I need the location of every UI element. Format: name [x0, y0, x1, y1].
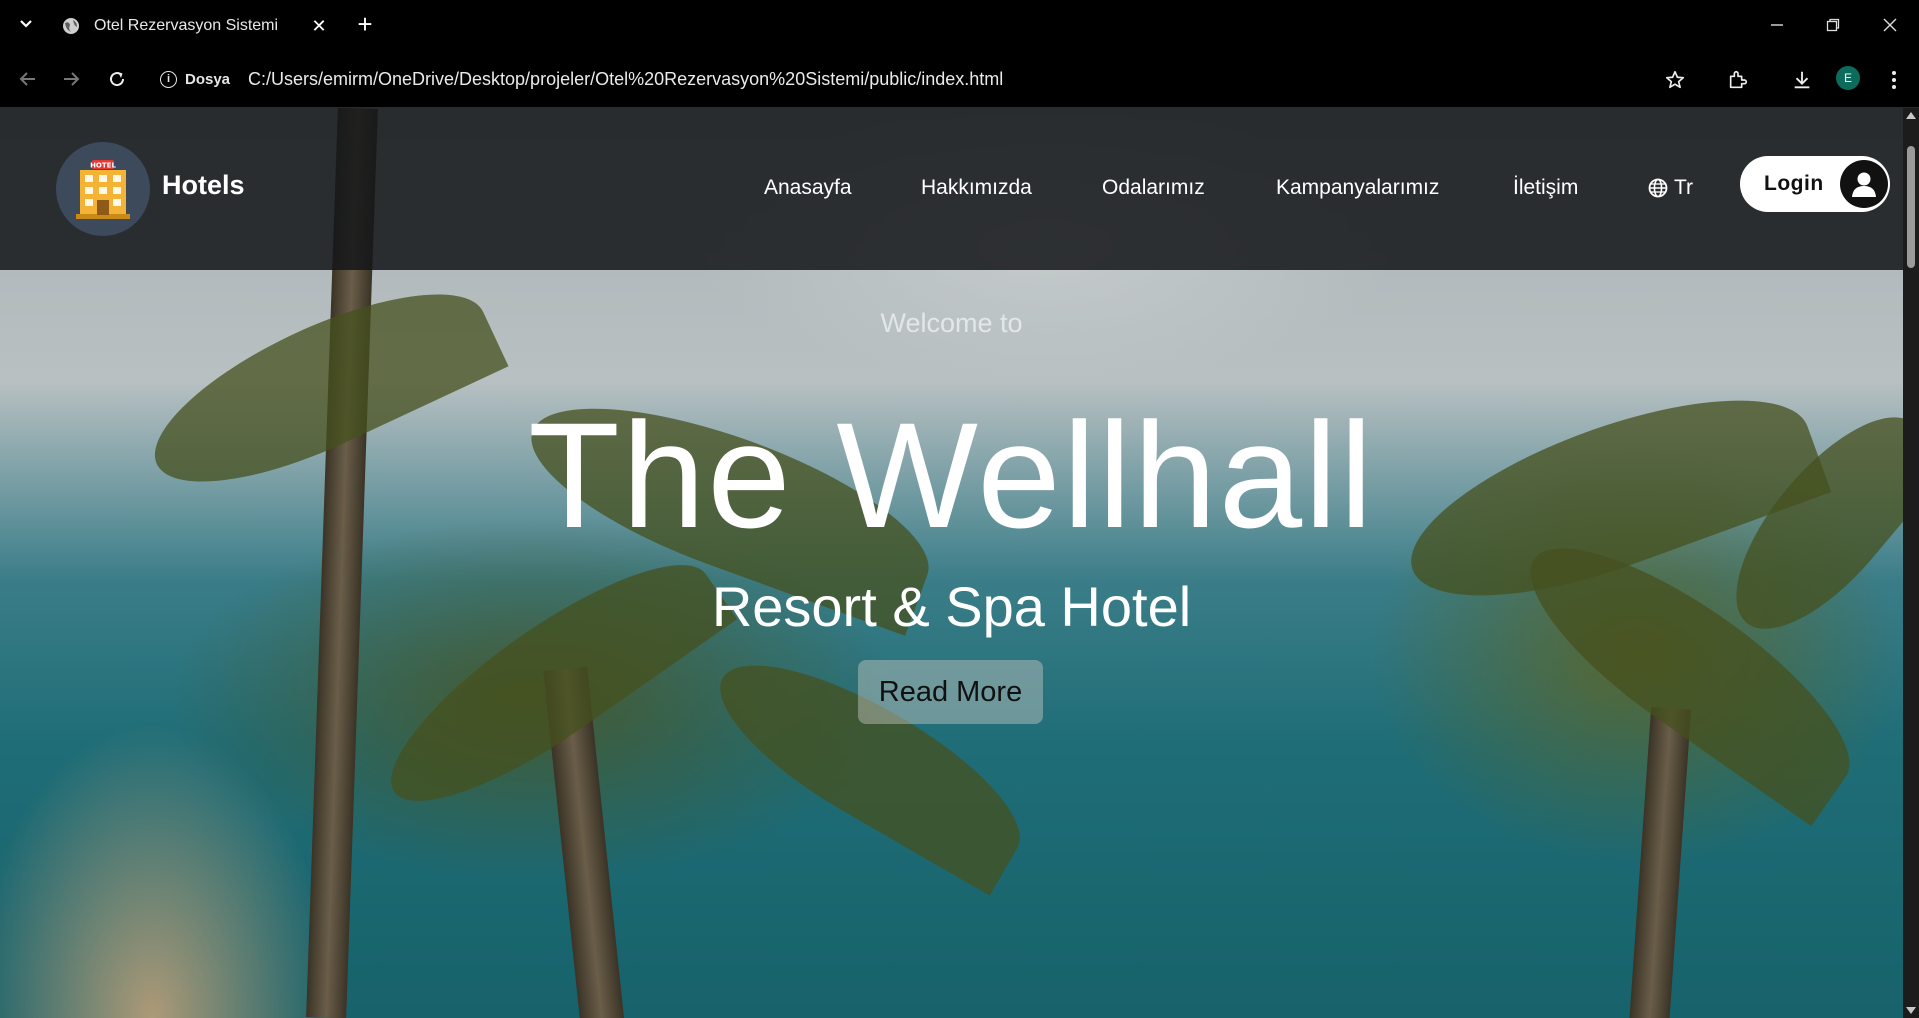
new-tab-icon[interactable]: +	[352, 11, 378, 38]
close-tab-icon[interactable]: ✕	[310, 16, 328, 36]
scroll-up-icon[interactable]	[1906, 112, 1916, 119]
star-icon[interactable]	[1662, 67, 1688, 93]
site-info-chip[interactable]: i Dosya	[160, 68, 230, 90]
page-scrollbar[interactable]	[1903, 108, 1919, 1018]
tab-list-icon[interactable]	[14, 12, 38, 36]
url-input[interactable]: C:/Users/emirm/OneDrive/Desktop/projeler…	[248, 69, 1003, 90]
hero-title: The Wellhall	[528, 391, 1375, 559]
svg-text:HOTEL: HOTEL	[90, 162, 116, 170]
tab-strip: Otel Rezervasyon Sistemi ✕ +	[0, 0, 1919, 50]
read-more-button[interactable]: Read More	[858, 660, 1043, 724]
nav-item-anasayfa[interactable]: Anasayfa	[764, 176, 852, 200]
profile-avatar[interactable]: E	[1836, 66, 1860, 90]
nav-item-odalarimiz[interactable]: Odalarımız	[1102, 176, 1205, 200]
forward-icon[interactable]	[59, 66, 85, 92]
language-label: Tr	[1674, 176, 1694, 199]
hero-subtitle: Resort & Spa Hotel	[711, 575, 1192, 638]
scroll-down-icon[interactable]	[1906, 1007, 1916, 1014]
globe-icon	[1648, 178, 1668, 198]
globe-favicon	[63, 18, 79, 34]
tab-title: Otel Rezervasyon Sistemi	[94, 17, 279, 34]
address-bar: i Dosya C:/Users/emirm/OneDrive/Desktop/…	[0, 50, 1919, 108]
close-window-icon[interactable]	[1877, 12, 1903, 38]
back-icon[interactable]	[14, 66, 40, 92]
language-selector[interactable]: Tr	[1648, 176, 1693, 200]
hero-welcome-text: Welcome to	[880, 308, 1023, 338]
extensions-icon[interactable]	[1725, 67, 1751, 93]
site-navbar: HOTEL Hotels Anasayfa Hakkımızda Odaları…	[0, 108, 1903, 270]
restore-icon[interactable]	[1820, 12, 1846, 38]
info-icon: i	[160, 70, 177, 88]
nav-item-hakkimizda[interactable]: Hakkımızda	[921, 176, 1032, 200]
login-label: Login	[1764, 172, 1824, 195]
browser-tab[interactable]: Otel Rezervasyon Sistemi ✕	[50, 6, 340, 46]
menu-icon[interactable]	[1881, 67, 1907, 93]
scroll-thumb[interactable]	[1907, 146, 1915, 268]
nav-item-kampanyalarimiz[interactable]: Kampanyalarımız	[1276, 176, 1439, 200]
brand-name[interactable]: Hotels	[162, 170, 245, 201]
reload-icon[interactable]	[104, 66, 130, 92]
login-button[interactable]: Login	[1740, 156, 1890, 212]
site-info-label: Dosya	[185, 70, 231, 88]
user-icon	[1840, 160, 1888, 208]
page-viewport: HOTEL Hotels Anasayfa Hakkımızda Odaları…	[0, 108, 1903, 1018]
download-icon[interactable]	[1789, 67, 1815, 93]
nav-item-iletisim[interactable]: İletişim	[1513, 176, 1578, 200]
hotel-logo-icon[interactable]: HOTEL	[56, 142, 150, 236]
minimize-icon[interactable]	[1764, 12, 1790, 38]
